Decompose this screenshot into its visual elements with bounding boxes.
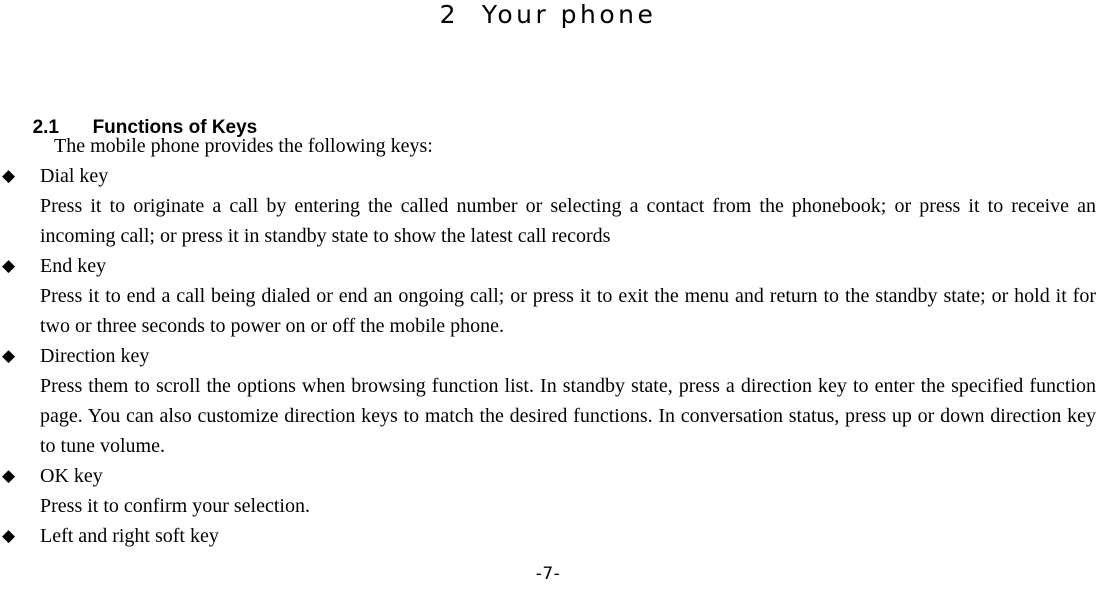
diamond-bullet-icon: ◆: [2, 346, 16, 366]
page-number: -7-: [535, 564, 561, 584]
list-item: ◆ End key: [0, 251, 1096, 281]
list-item-description: Press it to end a call being dialed or e…: [40, 285, 1096, 337]
intro-paragraph: The mobile phone provides the following …: [54, 135, 433, 157]
list-item-label: OK key: [40, 465, 103, 487]
page-title: 2 Your phone: [439, 0, 657, 29]
list-item: ◆ OK key: [0, 461, 1096, 491]
list-item-description: Press it to confirm your selection.: [40, 495, 310, 517]
list-item: ◆ Dial key: [0, 161, 1096, 191]
list-item: ◆ Direction key: [0, 341, 1096, 371]
diamond-bullet-icon: ◆: [2, 256, 16, 276]
list-item: ◆ Left and right soft key: [0, 521, 1096, 551]
diamond-bullet-icon: ◆: [2, 526, 16, 546]
list-item-description: Press them to scroll the options when br…: [40, 375, 1096, 457]
list-item-label: Left and right soft key: [40, 525, 219, 547]
diamond-bullet-icon: ◆: [2, 466, 16, 486]
diamond-bullet-icon: ◆: [2, 166, 16, 186]
body-content: The mobile phone provides the following …: [0, 131, 1096, 551]
list-item-description: Press it to originate a call by entering…: [40, 195, 1096, 247]
list-item-label: Direction key: [40, 345, 150, 367]
list-item-label: End key: [40, 255, 107, 277]
list-item-label: Dial key: [40, 165, 109, 187]
